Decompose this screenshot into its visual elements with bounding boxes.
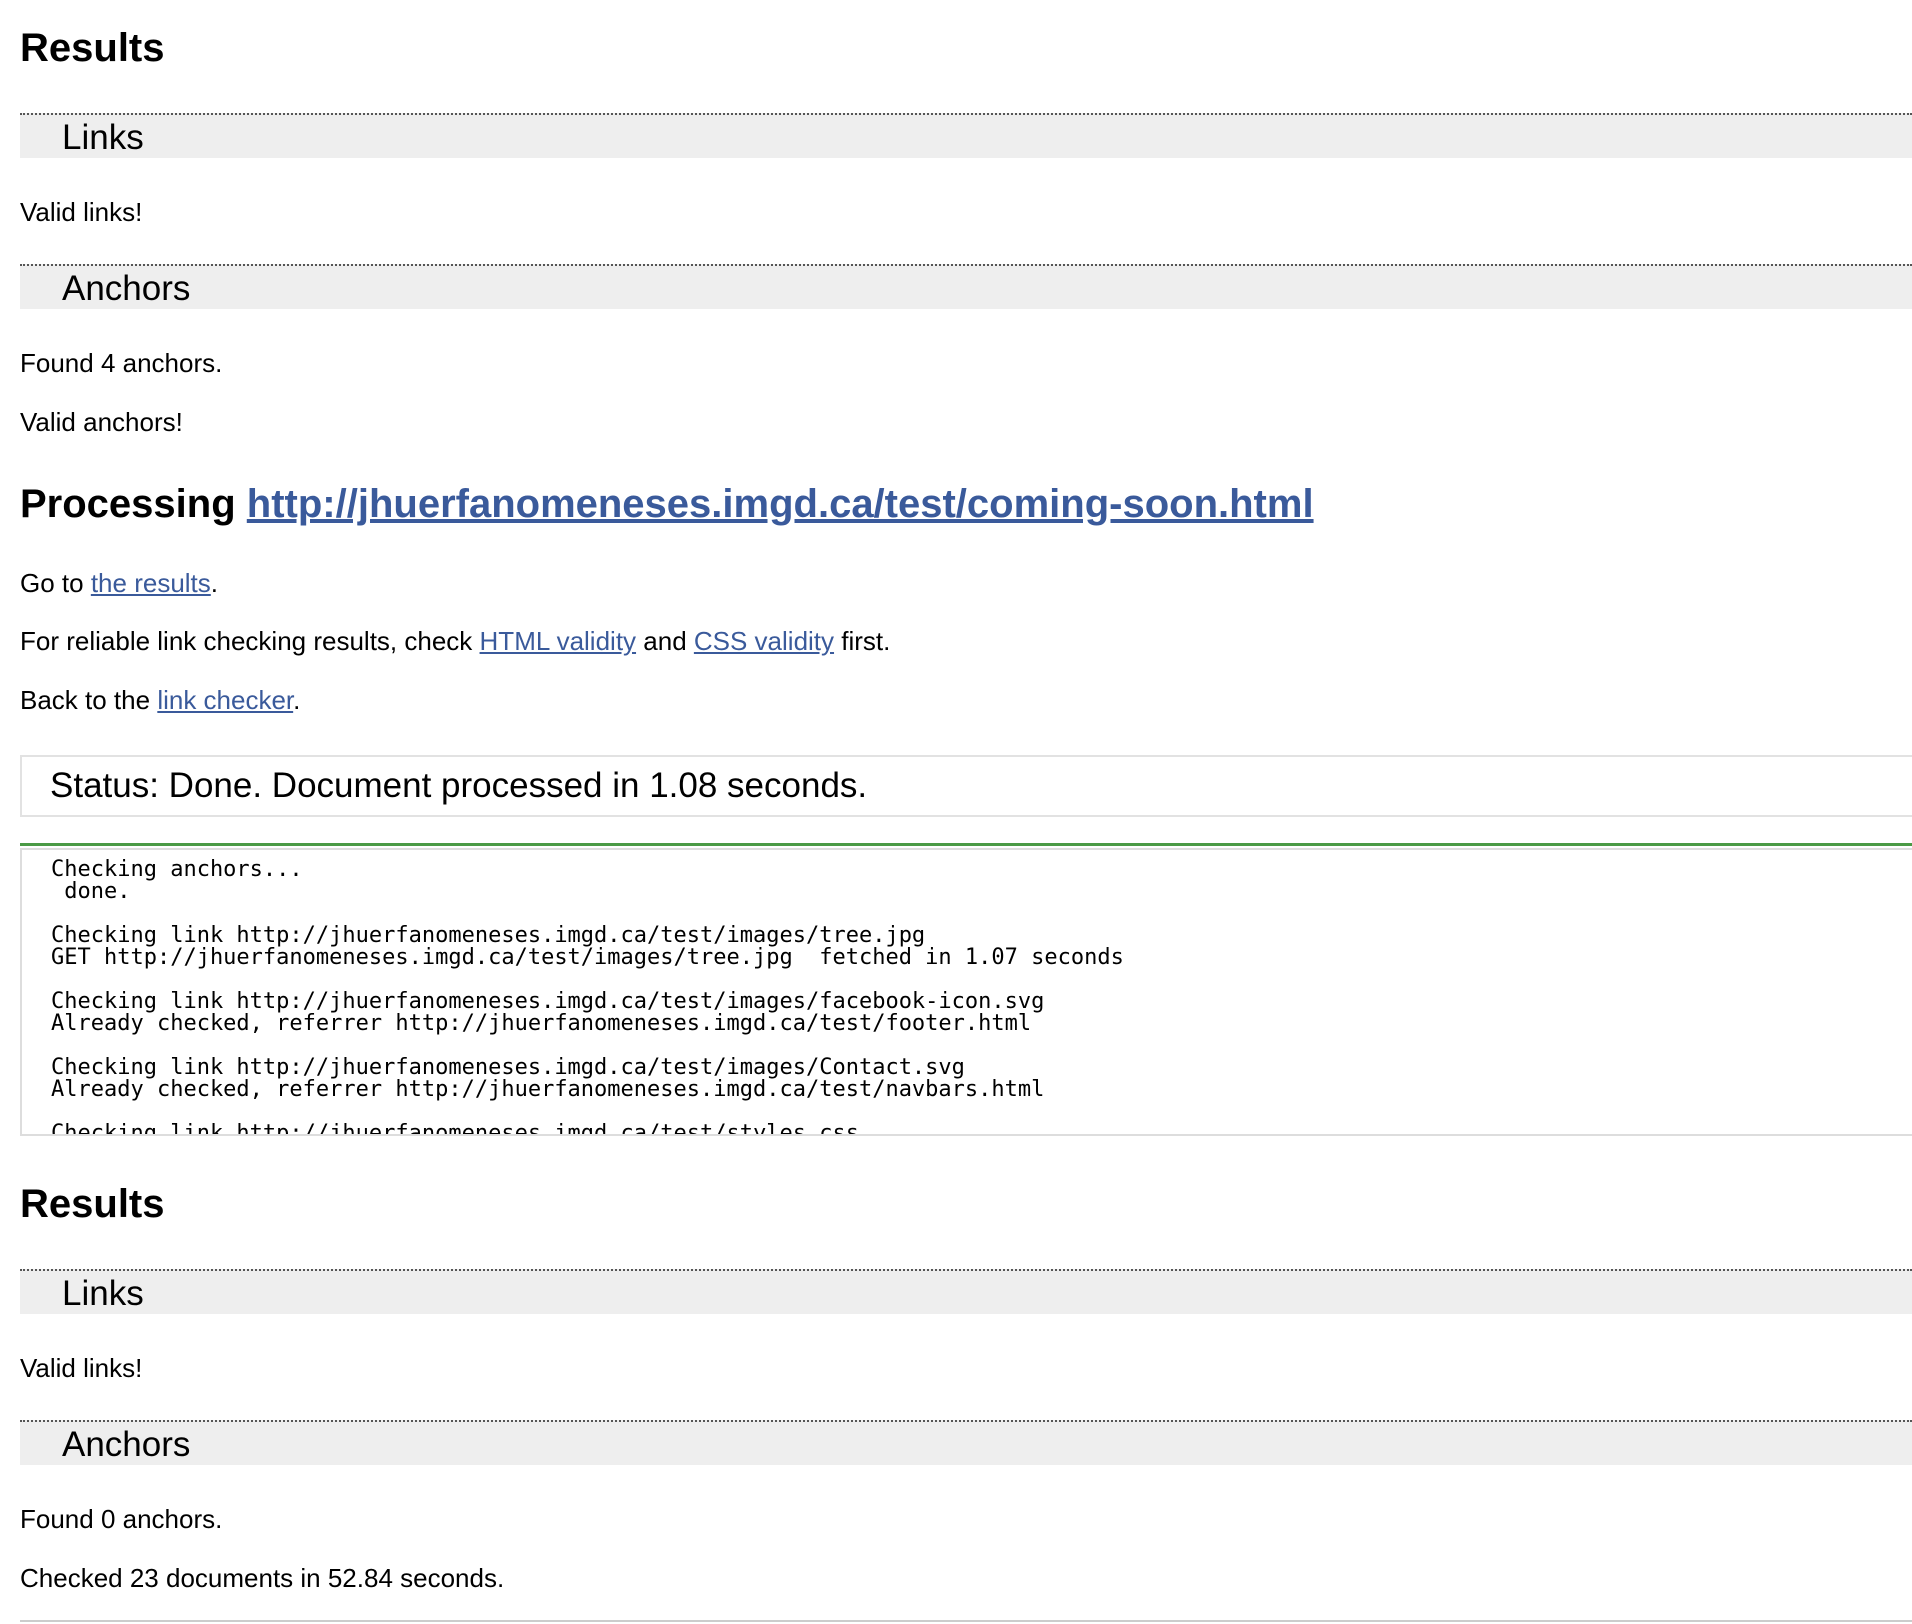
anchors-section-title: Anchors: [62, 269, 191, 308]
final-anchors-found-count: Found 0 anchors.: [20, 1504, 223, 1534]
progress-log-text: Checking anchors... done. Checking link …: [51, 857, 1124, 1136]
back-prefix: Back to the: [20, 685, 158, 715]
status-divider: [20, 843, 1912, 846]
reliable-suffix: first.: [834, 626, 891, 656]
reliable-prefix: For reliable link checking results, chec…: [20, 626, 480, 656]
checked-documents-summary: Checked 23 documents in 52.84 seconds.: [20, 1563, 505, 1593]
goto-results-line: Go to the results.: [20, 567, 218, 599]
link-checker-link[interactable]: link checker: [157, 685, 293, 715]
status-box: Status: Done. Document processed in 1.08…: [20, 755, 1912, 817]
css-validity-link[interactable]: CSS validity: [694, 626, 834, 656]
results-link[interactable]: the results: [91, 568, 211, 598]
final-results-heading: Results: [20, 1182, 165, 1226]
processed-url-link[interactable]: http://jhuerfanomeneses.imgd.ca/test/com…: [247, 482, 1314, 526]
bottom-divider: [20, 1620, 1912, 1622]
progress-log-box[interactable]: Checking anchors... done. Checking link …: [20, 848, 1912, 1136]
processing-label: Processing: [20, 482, 236, 526]
links-section-title: Links: [62, 118, 144, 157]
results-heading: Results: [20, 26, 165, 70]
final-links-section-header: Links: [20, 1269, 1912, 1314]
back-suffix: .: [293, 685, 301, 715]
links-section-header: Links: [20, 113, 1912, 158]
anchors-found-count: Found 4 anchors.: [20, 348, 223, 378]
goto-prefix: Go to: [20, 568, 91, 598]
reliable-and: and: [636, 626, 694, 656]
final-links-section-title: Links: [62, 1274, 144, 1313]
final-anchors-section-header: Anchors: [20, 1420, 1912, 1465]
links-valid-message: Valid links!: [20, 197, 143, 227]
anchors-section-header: Anchors: [20, 264, 1912, 309]
final-links-valid-message: Valid links!: [20, 1353, 143, 1383]
goto-suffix: .: [210, 568, 219, 598]
reliable-checking-line: For reliable link checking results, chec…: [20, 625, 890, 657]
html-validity-link[interactable]: HTML validity: [480, 626, 637, 656]
anchors-valid-message: Valid anchors!: [20, 407, 183, 437]
status-text: Status: Done. Document processed in 1.08…: [50, 766, 868, 805]
back-to-checker-line: Back to the link checker.: [20, 684, 300, 716]
final-anchors-section-title: Anchors: [62, 1425, 191, 1464]
processing-heading: Processing http://jhuerfanomeneses.imgd.…: [20, 480, 1314, 528]
